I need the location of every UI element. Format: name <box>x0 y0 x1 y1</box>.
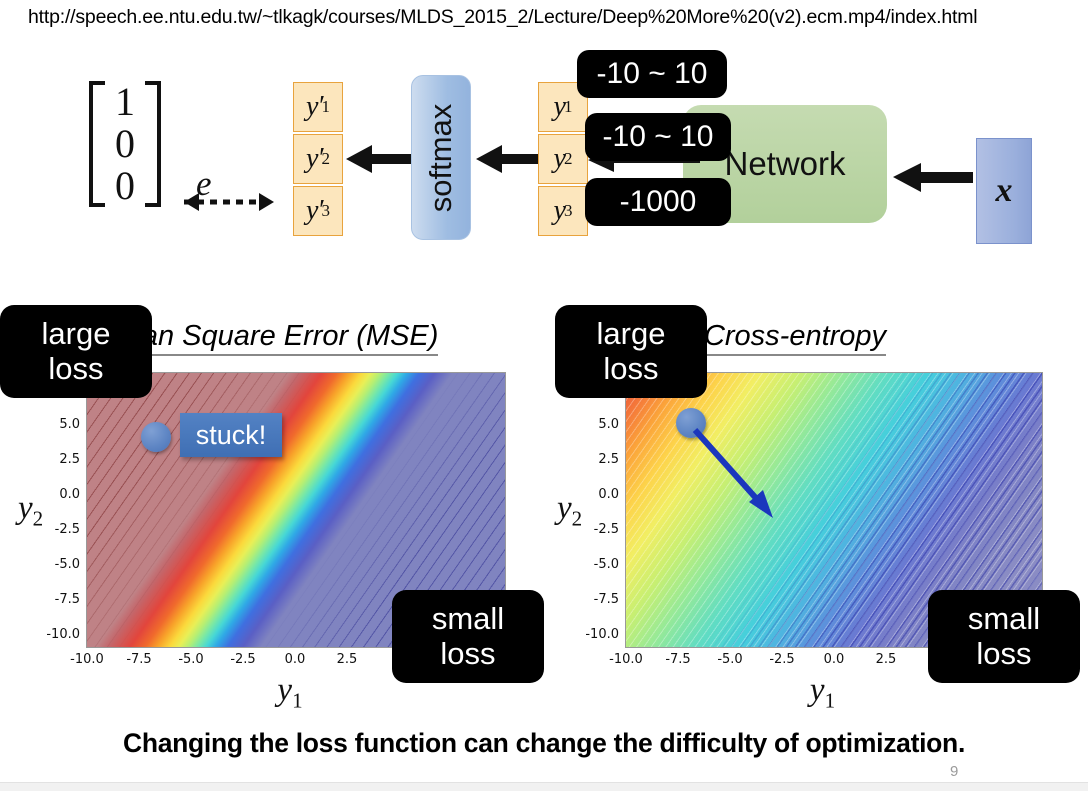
chart-ce-xtick-3: -2.5 <box>769 652 795 667</box>
chart-ce-xtick-1: -7.5 <box>665 652 691 667</box>
chart-ce-large-loss-line2: loss <box>603 350 659 386</box>
chart-mse-ytick-2: 2.5 <box>59 452 80 467</box>
chart-mse-ylabel-sub: 2 <box>32 506 44 531</box>
chart-mse-title-text: Mean Square Error (MSE) <box>101 320 439 356</box>
input-x-box: x <box>976 138 1032 244</box>
chart-mse-ylabel-base: y <box>18 490 33 526</box>
chart-mse-xtick-4: 0.0 <box>284 652 306 667</box>
bracket-right-icon <box>145 81 161 207</box>
chart-mse-ytick-5: -5.0 <box>54 557 80 572</box>
chart-ce-small-loss-line1: small <box>967 600 1041 636</box>
y-sub-1: 1 <box>563 97 573 116</box>
chart-mse-ytick-6: -7.5 <box>54 592 80 607</box>
chart-mse-xlabel-sub: 1 <box>292 688 303 713</box>
chart-mse-xtick-5: 2.5 <box>336 652 358 667</box>
chart-mse-ylabel: y2 <box>18 490 43 532</box>
y-sub-3: 3 <box>563 201 573 220</box>
target-vector-value-2: 0 <box>115 163 135 208</box>
y-prime-sub-2: 2 <box>321 149 331 168</box>
y-sub-2: 2 <box>563 149 573 168</box>
chart-ce-ytick-7: -10.0 <box>585 627 619 642</box>
slide-caption: Changing the loss function can change th… <box>122 728 966 758</box>
source-url: http://speech.ee.ntu.edu.tw/~tlkagk/cour… <box>28 6 978 28</box>
softmax-label: softmax <box>423 103 458 212</box>
chart-ce-xtick-0: -10.0 <box>609 652 643 667</box>
chart-mse-stuck-label: stuck! <box>180 413 282 457</box>
network-label: Network <box>724 145 846 182</box>
chart-mse-ytick-1: 5.0 <box>59 417 80 432</box>
chart-ce-ytick-2: 2.5 <box>598 452 619 467</box>
chart-ce-small-loss-line2: loss <box>976 635 1032 671</box>
bracket-left-icon <box>89 81 105 207</box>
error-double-arrow-icon <box>184 193 274 211</box>
y-prime-box-2: y ′ 2 <box>293 134 343 184</box>
arrow-y-to-softmax-icon <box>476 145 538 173</box>
chart-ce-small-loss-callout: small loss <box>928 590 1080 683</box>
y-prime-box-1: y ′ 1 <box>293 82 343 132</box>
y-prime-sub-3: 3 <box>321 201 331 220</box>
chart-mse-marker-dot <box>141 422 171 452</box>
chart-mse-xtick-2: -5.0 <box>178 652 204 667</box>
y-box-2: y2 <box>538 134 588 184</box>
chart-mse-large-loss-line1: large <box>41 315 111 351</box>
range-callout-1: -10 ~ 10 <box>577 50 727 98</box>
target-vector-values: 1 0 0 <box>105 81 145 207</box>
chart-ce-xtick-2: -5.0 <box>717 652 743 667</box>
chart-ce-ylabel: y2 <box>557 490 582 532</box>
chart-mse-small-loss-line2: loss <box>440 635 496 671</box>
range-callout-3: -1000 <box>585 178 731 226</box>
chart-mse-xtick-0: -10.0 <box>70 652 104 667</box>
chart-ce-xtick-4: 0.0 <box>823 652 845 667</box>
target-vector-value-0: 1 <box>115 79 135 124</box>
chart-mse-large-loss-line2: loss <box>48 350 104 386</box>
chart-ce-ylabel-sub: 2 <box>571 506 583 531</box>
target-vector-value-1: 0 <box>115 121 135 166</box>
chart-ce-ylabel-base: y <box>557 490 572 526</box>
chart-mse-large-loss-callout: large loss <box>0 305 152 398</box>
input-x-label: x <box>995 172 1013 209</box>
chart-ce-title-text: Cross-entropy <box>703 320 887 356</box>
softmax-block: softmax <box>411 75 471 240</box>
chart-ce-ytick-5: -5.0 <box>593 557 619 572</box>
y-prime-box-3: y ′ 3 <box>293 186 343 236</box>
chart-mse-xlabel-base: y <box>277 672 293 708</box>
target-vector: 1 0 0 <box>82 76 168 212</box>
chart-mse-xtick-1: -7.5 <box>126 652 152 667</box>
y-prime-sub-1: 1 <box>321 97 331 116</box>
chart-mse-xtick-3: -2.5 <box>230 652 256 667</box>
chart-ce-ytick-1: 5.0 <box>598 417 619 432</box>
chart-mse-small-loss-line1: small <box>431 600 505 636</box>
chart-ce-gradient-arrow-icon <box>692 427 773 518</box>
page-number: 9 <box>950 763 959 780</box>
error-label: e <box>196 164 212 203</box>
arrow-softmax-to-yprime-icon <box>346 145 412 173</box>
chart-ce-xlabel-base: y <box>809 672 825 708</box>
chart-mse-ytick-7: -10.0 <box>46 627 80 642</box>
arrow-x-to-network-icon <box>893 163 973 192</box>
range-callout-2: -10 ~ 10 <box>585 113 731 161</box>
chart-cross-entropy: Cross-entropy 7.5 5.0 2.5 0.0 -2.5 -5.0 … <box>545 300 1085 713</box>
chart-ce-large-loss-line1: large <box>596 315 666 351</box>
chart-ce-xtick-5: 2.5 <box>875 652 897 667</box>
y-box-3: y3 <box>538 186 588 236</box>
chart-ce-large-loss-callout: large loss <box>555 305 707 398</box>
chart-ce-xlabel-sub: 1 <box>824 688 836 713</box>
network-diagram: 1 0 0 e y′1 y′2 y′3 softmax y1 y2 <box>0 48 1088 253</box>
chart-mse: Mean Square Error (MSE) 7.5 5.0 2.5 0.0 … <box>0 300 544 713</box>
chart-mse-small-loss-callout: small loss <box>392 590 544 683</box>
chart-ce-ytick-6: -7.5 <box>593 592 619 607</box>
